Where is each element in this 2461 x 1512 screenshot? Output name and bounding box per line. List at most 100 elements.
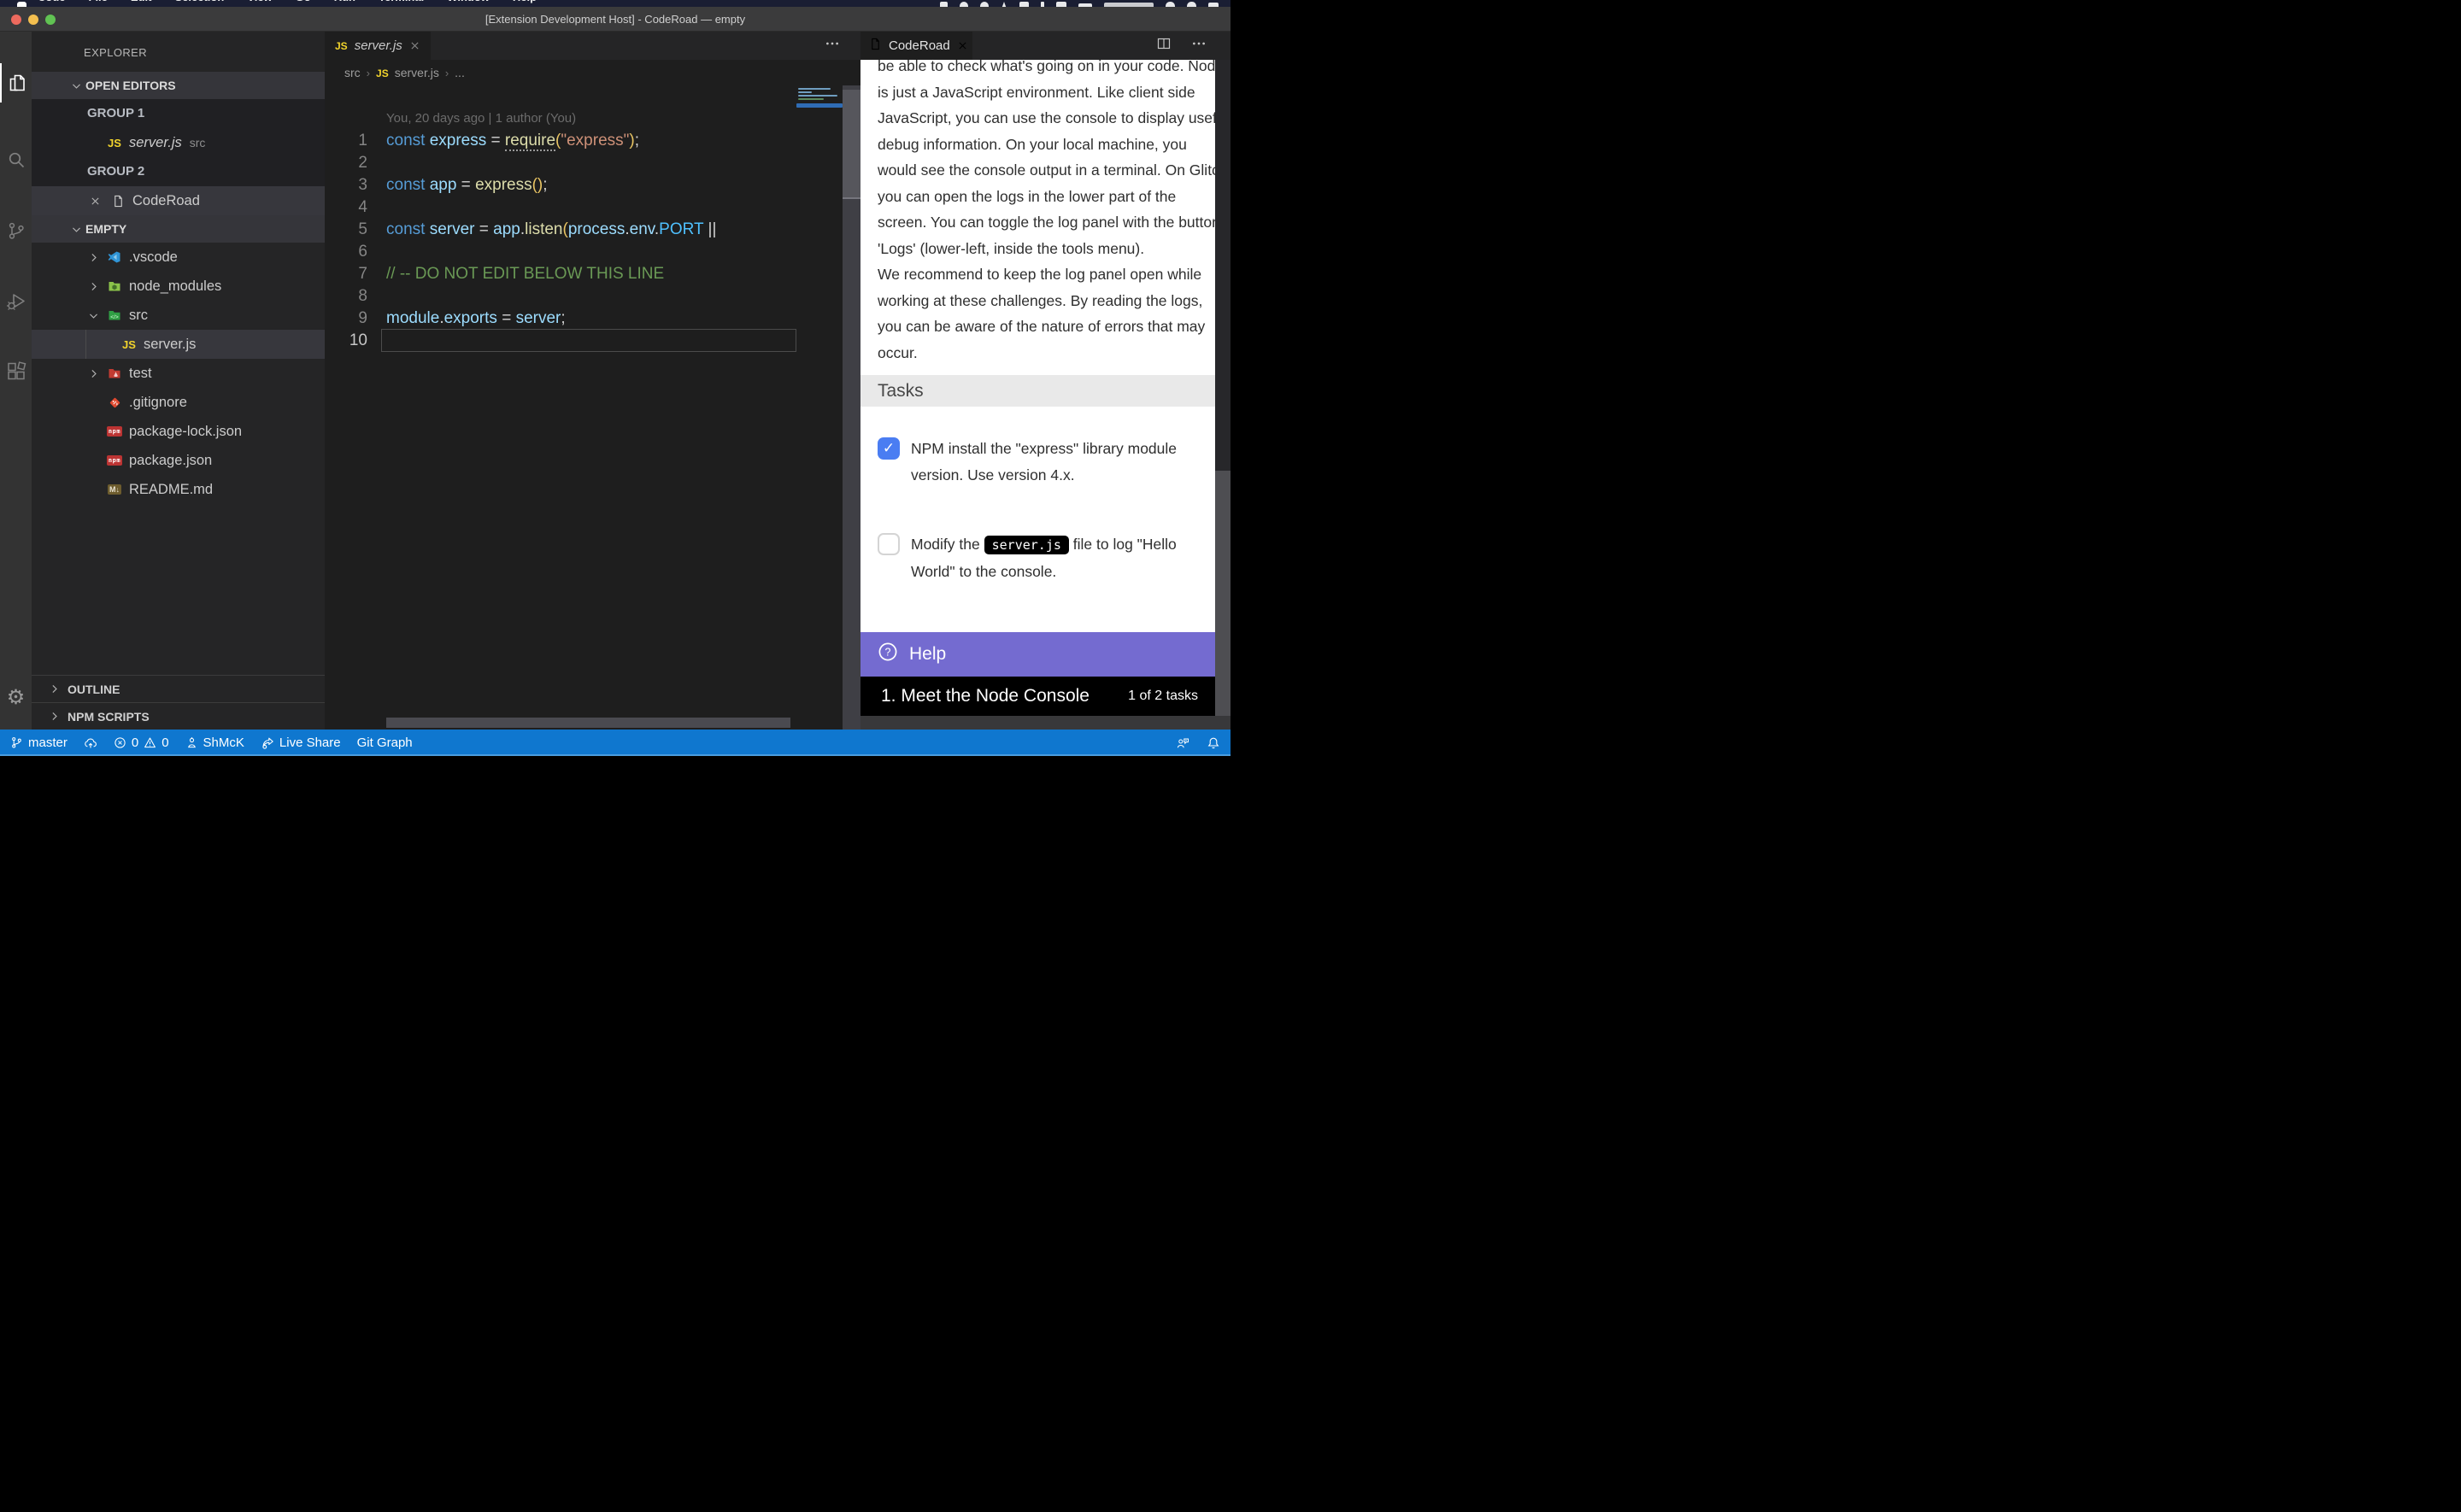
code-line: 2 <box>325 152 843 174</box>
apple-logo-icon[interactable] <box>17 2 26 7</box>
lesson-text-line: debug information. On your local machine… <box>878 132 1213 158</box>
status-label: master <box>28 735 68 750</box>
task-text-line: version. Use version 4.x. <box>911 462 1177 489</box>
editor-detail: src <box>190 136 206 149</box>
tab-label: server.js <box>355 38 402 53</box>
section-open-editors[interactable]: OPEN EDITORS <box>32 72 325 99</box>
window-title: [Extension Development Host] - CodeRoad … <box>0 7 1230 32</box>
line-number: 8 <box>325 285 367 308</box>
activity-item-search[interactable] <box>0 140 32 179</box>
editor-more-actions-icon[interactable] <box>825 36 840 56</box>
code-line: 10 <box>325 330 843 352</box>
task-checkbox[interactable] <box>878 533 900 555</box>
tree-item-server-js[interactable]: JSserver.js <box>32 330 325 359</box>
section-outline[interactable]: OUTLINE <box>32 675 325 702</box>
file-icon <box>109 195 126 208</box>
panel-scrollbar[interactable] <box>1215 60 1230 716</box>
status-bell[interactable] <box>1207 736 1220 750</box>
task-checkbox[interactable]: ✓ <box>878 437 900 460</box>
status-cloud-upload[interactable] <box>84 736 97 750</box>
debug-icon <box>6 291 26 312</box>
menu-item-run[interactable]: Run <box>334 0 355 3</box>
menu-item-code[interactable]: Code <box>38 0 66 3</box>
breadcrumb: src›JSserver.js›... <box>325 60 860 85</box>
activity-item-source-control[interactable] <box>0 211 32 250</box>
status-0[interactable]: 00 <box>114 735 169 750</box>
status-bar: master 00 ShMcK Live Share Git Graph <box>0 730 1230 756</box>
breadcrumb-item-[interactable]: ... <box>455 66 465 79</box>
tree-item-package-lock-json[interactable]: npmpackage-lock.json <box>32 417 325 446</box>
editor-tab-bar: JS server.js <box>325 32 860 60</box>
tree-item--vscode[interactable]: .vscode <box>32 243 325 272</box>
lesson-progress-bar[interactable]: 1. Meet the Node Console 1 of 2 tasks <box>860 677 1215 716</box>
tree-item-src[interactable]: </>src <box>32 301 325 330</box>
open-editors-group-label: GROUP 1 <box>32 99 325 128</box>
coderoad-content: be able to check what's going on in your… <box>860 60 1215 632</box>
tree-item-package-json[interactable]: npmpackage.json <box>32 446 325 475</box>
menu-item-help[interactable]: Help <box>513 0 537 3</box>
status-git-graph[interactable]: Git Graph <box>357 735 413 750</box>
split-editor-icon[interactable] <box>1157 37 1171 55</box>
tree-item-test[interactable]: test <box>32 359 325 388</box>
status-live-share[interactable]: Live Share <box>261 735 341 750</box>
line-number: 7 <box>325 263 367 285</box>
tasks-header: Tasks <box>860 375 1215 407</box>
breadcrumb-item-serverjs[interactable]: server.js <box>395 66 439 79</box>
status-glyph <box>1056 2 1066 7</box>
chevron-down-icon <box>71 224 83 235</box>
coderoad-panel: CodeRoad be able to check what's going o… <box>860 32 1230 730</box>
tree-item-node-modules[interactable]: node_modules <box>32 272 325 301</box>
tree-item-label: node_modules <box>129 278 221 295</box>
tab-coderoad[interactable]: CodeRoad <box>860 32 972 60</box>
tree-item-label: package-lock.json <box>129 424 242 440</box>
svg-text:</>: </> <box>110 314 119 320</box>
task-item: ✓NPM install the "express" library modul… <box>878 436 1208 488</box>
code-line: 9module.exports = server; <box>325 308 843 330</box>
bell-icon <box>1207 736 1220 750</box>
panel-more-actions-icon[interactable] <box>1191 36 1207 56</box>
activity-item-extensions[interactable] <box>0 352 32 391</box>
close-tab-icon[interactable] <box>957 40 968 51</box>
menu-item-file[interactable]: File <box>89 0 108 3</box>
editor-vertical-scrollbar[interactable] <box>843 85 860 730</box>
minimap[interactable] <box>796 87 843 109</box>
menu-item-edit[interactable]: Edit <box>131 0 152 3</box>
open-editor-item-coderoad[interactable]: CodeRoad <box>32 186 325 215</box>
menu-item-terminal[interactable]: Terminal <box>379 0 424 3</box>
close-editor-icon[interactable] <box>90 196 102 207</box>
help-icon: ? <box>878 642 898 667</box>
section-npm-scripts[interactable]: NPM SCRIPTS <box>32 702 325 730</box>
status-master[interactable]: master <box>10 735 68 750</box>
chevron-right-icon <box>49 683 61 694</box>
file-tree: .vscode node_modules </>srcJSserver.jstest… <box>32 243 325 504</box>
help-button[interactable]: ? Help <box>860 632 1215 677</box>
menu-item-go[interactable]: Go <box>296 0 311 3</box>
menu-item-selection[interactable]: Selection <box>174 0 224 3</box>
js-icon: JS <box>106 137 123 149</box>
menu-item-view[interactable]: View <box>247 0 272 3</box>
task-item: Modify the server.js file to log "HelloW… <box>878 531 1208 584</box>
activity-item-explorer[interactable] <box>0 63 32 103</box>
warning-icon <box>144 736 156 749</box>
breadcrumb-item-src[interactable]: src <box>344 66 361 79</box>
chevron-down-icon <box>71 80 83 91</box>
menu-item-window[interactable]: Window <box>447 0 490 3</box>
section-label: OUTLINE <box>68 683 120 696</box>
tab-server-js[interactable]: JS server.js <box>325 32 431 60</box>
editor-group: JS server.js src›JSserver.js›... You, 20… <box>325 32 860 730</box>
editor-horizontal-scrollbar[interactable] <box>386 718 790 728</box>
lesson-text-line: you can open the logs in the lower part … <box>878 184 1213 210</box>
close-tab-icon[interactable] <box>409 40 420 51</box>
section-workspace-empty[interactable]: EMPTY <box>32 215 325 243</box>
code-editor[interactable]: You, 20 days ago | 1 author (You) 1const… <box>325 85 860 730</box>
status-feedback[interactable] <box>1176 736 1189 750</box>
open-editor-item-server-js[interactable]: JSserver.jssrc <box>32 128 325 157</box>
lesson-text-line: would see the console output in a termin… <box>878 157 1213 184</box>
tree-item-readme-md[interactable]: M↓README.md <box>32 475 325 504</box>
tree-item--gitignore[interactable]: .gitignore <box>32 388 325 417</box>
status-glyph <box>980 2 989 7</box>
settings-gear-icon[interactable]: ⚙ <box>0 688 32 708</box>
status-shmck[interactable]: ShMcK <box>185 735 244 750</box>
file-icon <box>869 38 882 55</box>
activity-item-run-debug[interactable] <box>0 282 32 321</box>
